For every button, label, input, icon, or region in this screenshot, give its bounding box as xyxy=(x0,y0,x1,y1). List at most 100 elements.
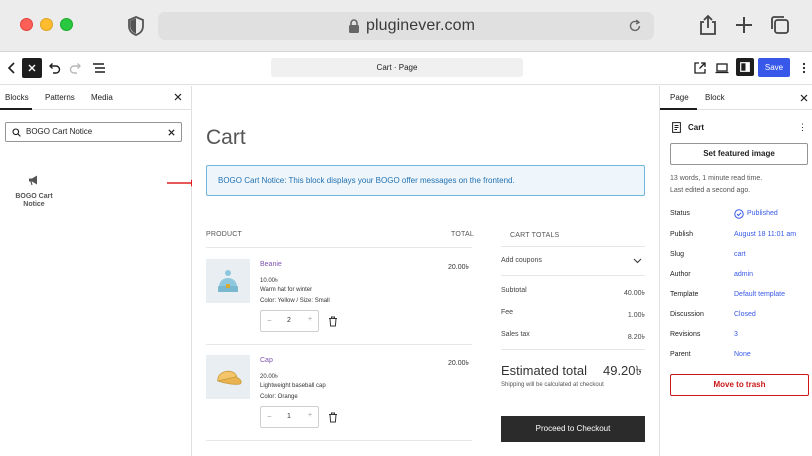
page-title[interactable]: Cart xyxy=(206,126,246,150)
cap-image xyxy=(216,370,242,385)
window-close-button[interactable] xyxy=(20,18,33,31)
undo-icon[interactable] xyxy=(46,60,62,76)
slug-value[interactable]: cart xyxy=(734,251,746,258)
beanie-image xyxy=(218,270,238,292)
quantity-increase-button[interactable]: + xyxy=(308,412,312,419)
settings-tabs: Page Block xyxy=(660,86,812,110)
quantity-value[interactable]: 1 xyxy=(287,413,291,420)
divider xyxy=(501,246,645,247)
tab-page[interactable]: Page xyxy=(670,93,689,102)
chevron-down-icon[interactable] xyxy=(633,258,642,264)
inserter-tabs: Blocks Patterns Media xyxy=(0,86,192,110)
address-bar[interactable]: pluginever.com xyxy=(158,12,654,40)
estimated-total-value: 49.20৳ xyxy=(602,363,642,378)
sales-tax-label: Sales tax xyxy=(501,331,530,338)
divider xyxy=(206,247,472,248)
search-value: BOGO Cart Notice xyxy=(26,127,93,136)
divider xyxy=(206,440,472,441)
search-icon xyxy=(12,128,21,137)
bogo-cart-notice-block[interactable]: BOGO Cart Notice: This block displays yo… xyxy=(206,165,645,196)
divider xyxy=(501,349,645,350)
browser-toolbar: pluginever.com xyxy=(0,0,812,52)
template-value[interactable]: Default template xyxy=(734,291,785,298)
tab-patterns[interactable]: Patterns xyxy=(45,93,75,102)
discussion-value[interactable]: Closed xyxy=(734,311,756,318)
tab-media[interactable]: Media xyxy=(91,93,113,102)
product-image-cap[interactable] xyxy=(206,355,250,399)
add-coupons-toggle[interactable]: Add coupons xyxy=(501,257,542,264)
chevron-left-icon[interactable] xyxy=(4,60,20,76)
status-value[interactable]: Published xyxy=(747,210,778,217)
word-count-meta: 13 words, 1 minute read time. xyxy=(670,175,763,182)
redo-icon[interactable] xyxy=(68,60,84,76)
page-name: Cart xyxy=(688,123,705,132)
block-result-bogo-cart-notice[interactable]: BOGO Cart Notice xyxy=(10,174,58,209)
last-edited-meta: Last edited a second ago. xyxy=(670,187,751,194)
publish-value[interactable]: August 18 11:01 am xyxy=(734,231,796,238)
move-to-trash-button[interactable]: Move to trash xyxy=(670,374,809,396)
url-text: pluginever.com xyxy=(366,17,476,34)
page-icon xyxy=(672,122,681,133)
document-title-bar[interactable]: Cart · Page xyxy=(271,58,523,77)
tab-block[interactable]: Block xyxy=(705,93,725,102)
window-minimize-button[interactable] xyxy=(40,18,53,31)
notice-text: BOGO Cart Notice: This block displays yo… xyxy=(218,176,515,185)
product-price: 10.00৳ xyxy=(260,278,279,284)
template-label: Template xyxy=(670,291,699,298)
active-tab-indicator xyxy=(660,108,697,110)
estimated-total-label: Estimated total xyxy=(501,363,587,378)
trash-icon[interactable] xyxy=(328,412,338,423)
close-inserter-button[interactable] xyxy=(22,58,42,78)
subtotal-value: 40.00৳ xyxy=(623,290,645,297)
quantity-decrease-button[interactable]: − xyxy=(267,316,272,325)
parent-value[interactable]: None xyxy=(734,351,751,358)
published-check-icon xyxy=(734,209,744,219)
quantity-stepper[interactable]: − 1 + xyxy=(260,406,319,428)
tab-overview-icon[interactable] xyxy=(769,14,791,36)
save-button[interactable]: Save xyxy=(758,58,790,77)
quantity-stepper[interactable]: − 2 + xyxy=(260,310,319,332)
privacy-shield-icon[interactable] xyxy=(127,16,145,36)
revisions-label: Revisions xyxy=(670,331,701,338)
close-icon[interactable] xyxy=(800,94,808,102)
product-line-total: 20.00৳ xyxy=(448,264,470,271)
revisions-value[interactable]: 3 xyxy=(734,331,738,338)
product-line-total: 20.00৳ xyxy=(448,360,470,367)
close-icon xyxy=(28,64,36,72)
block-result-label: BOGO Cart Notice xyxy=(15,193,53,208)
settings-sidebar-toggle[interactable] xyxy=(736,58,754,76)
quantity-decrease-button[interactable]: − xyxy=(267,412,272,421)
more-options-icon[interactable]: ⋮ xyxy=(798,122,807,133)
product-image-beanie[interactable] xyxy=(206,259,250,303)
clear-search-icon[interactable] xyxy=(168,129,175,136)
author-value[interactable]: admin xyxy=(734,271,753,278)
trash-icon[interactable] xyxy=(328,316,338,327)
options-menu-icon[interactable] xyxy=(796,60,812,76)
sales-tax-value: 8.20৳ xyxy=(627,334,645,341)
product-description: Warm hat for winter xyxy=(260,287,313,293)
divider xyxy=(501,275,645,276)
block-search-input[interactable]: BOGO Cart Notice xyxy=(5,122,182,142)
sidebar-icon xyxy=(740,62,750,72)
proceed-to-checkout-button[interactable]: Proceed to Checkout xyxy=(501,416,645,442)
window-zoom-button[interactable] xyxy=(60,18,73,31)
device-preview-icon[interactable] xyxy=(714,60,730,76)
product-name-cap[interactable]: Cap xyxy=(260,357,273,364)
set-featured-image-button[interactable]: Set featured image xyxy=(670,143,808,165)
parent-label: Parent xyxy=(670,351,691,358)
reload-icon[interactable] xyxy=(628,19,642,33)
product-column-header: PRODUCT xyxy=(206,231,243,238)
view-page-icon[interactable] xyxy=(692,60,708,76)
share-icon[interactable] xyxy=(697,14,719,36)
quantity-value[interactable]: 2 xyxy=(287,317,291,324)
product-name-beanie[interactable]: Beanie xyxy=(260,261,282,268)
editor-canvas[interactable]: Cart BOGO Cart Notice: This block displa… xyxy=(192,86,659,456)
settings-sidebar: Page Block Cart ⋮ Set featured image 13 … xyxy=(659,86,812,456)
megaphone-icon xyxy=(29,175,37,186)
new-tab-icon[interactable] xyxy=(733,14,755,36)
tab-blocks[interactable]: Blocks xyxy=(5,93,29,102)
quantity-increase-button[interactable]: + xyxy=(308,316,312,323)
total-column-header: TOTAL xyxy=(451,231,474,238)
document-overview-icon[interactable] xyxy=(91,60,107,76)
close-icon[interactable] xyxy=(174,93,182,101)
